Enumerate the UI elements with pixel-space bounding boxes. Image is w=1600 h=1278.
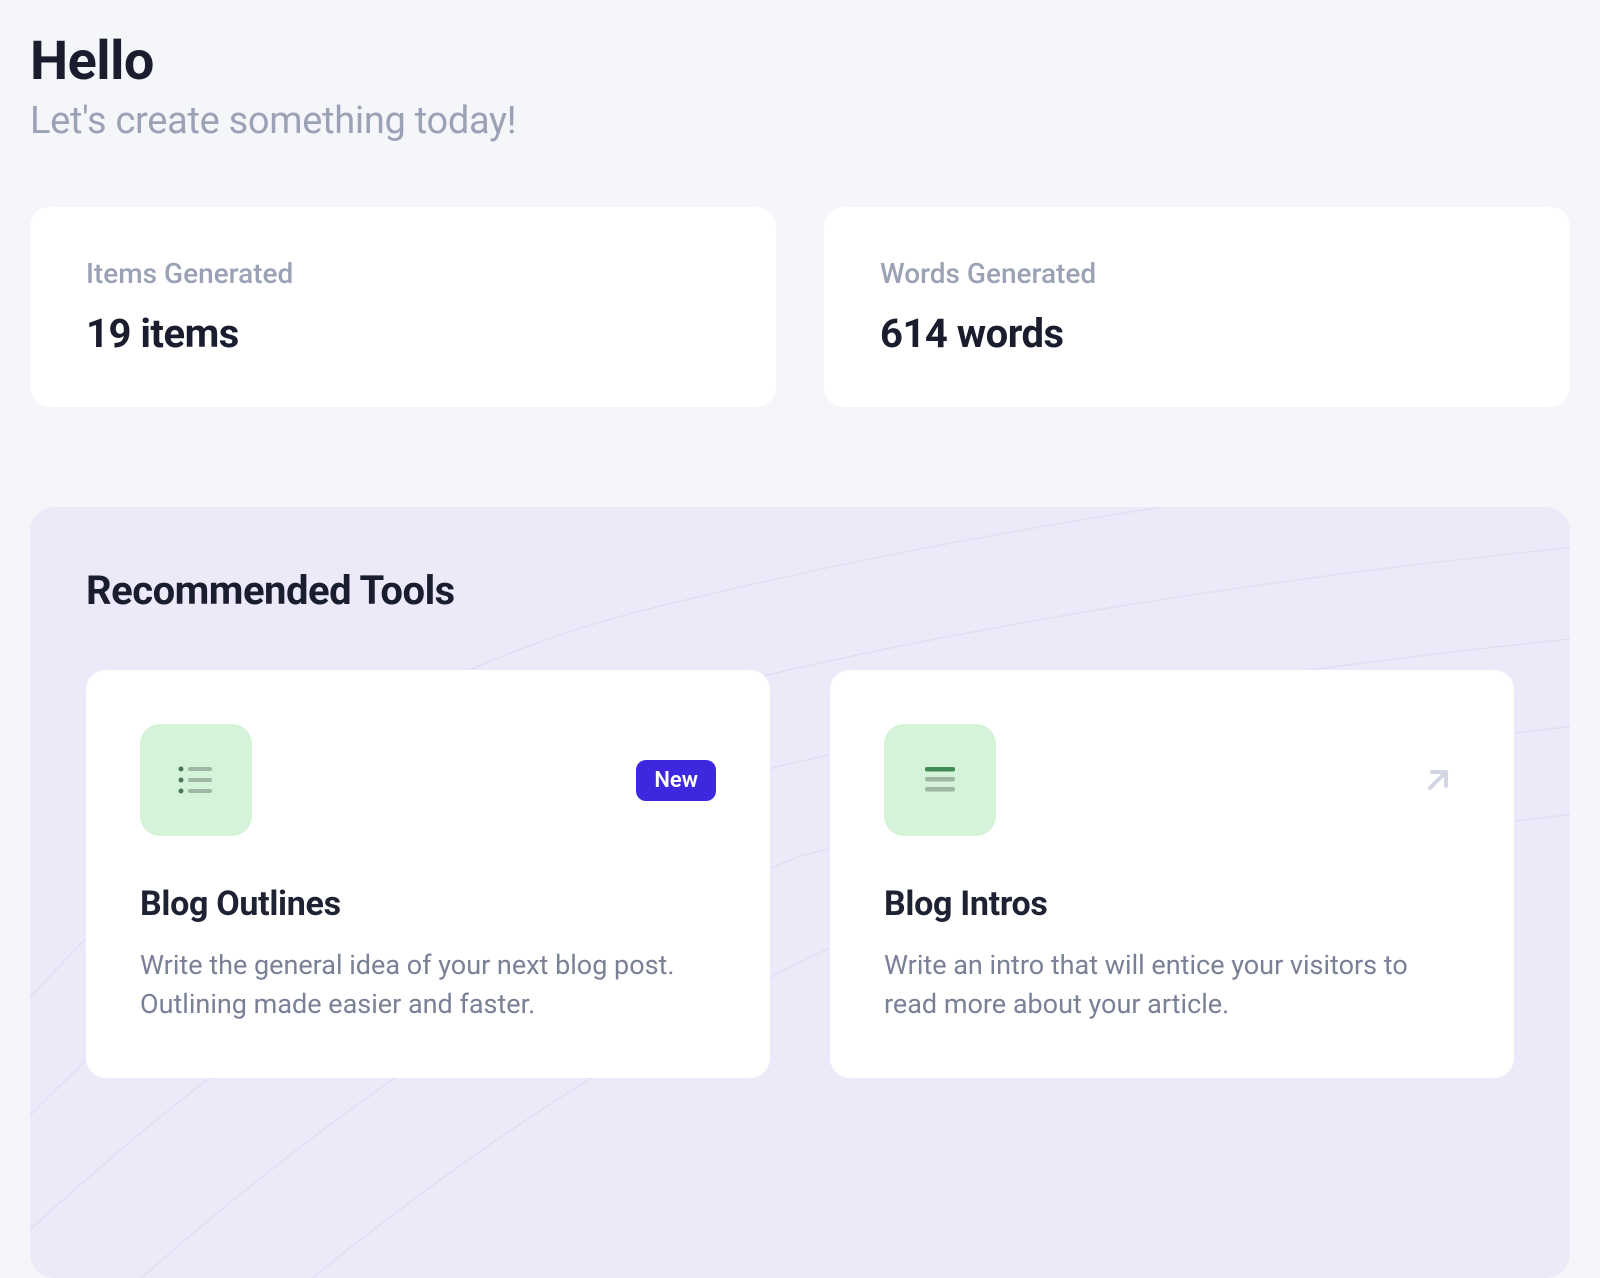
paragraph-lines-icon [917, 757, 963, 803]
tool-icon-container [884, 724, 996, 836]
stat-label: Words Generated [880, 257, 1514, 290]
list-bullets-icon [173, 757, 219, 803]
stat-value: 19 items [86, 310, 720, 357]
greeting-subtitle: Let's create something today! [30, 99, 1570, 143]
dashboard-header: Hello Let's create something today! [30, 30, 1570, 143]
tool-title: Blog Intros [884, 884, 1460, 924]
tool-description: Write an intro that will entice your vis… [884, 946, 1460, 1024]
stat-card-items: Items Generated 19 items [30, 207, 776, 407]
greeting-title: Hello [30, 30, 1570, 93]
stats-row: Items Generated 19 items Words Generated… [30, 207, 1570, 407]
tool-card-blog-outlines[interactable]: New Blog Outlines Write the general idea… [86, 670, 770, 1078]
tool-card-blog-intros[interactable]: Blog Intros Write an intro that will ent… [830, 670, 1514, 1078]
stat-card-words: Words Generated 614 words [824, 207, 1570, 407]
tool-card-header: New [140, 724, 716, 836]
section-title: Recommended Tools [86, 567, 1514, 614]
tool-description: Write the general idea of your next blog… [140, 946, 716, 1024]
stat-label: Items Generated [86, 257, 720, 290]
stat-value: 614 words [880, 310, 1514, 357]
tools-row: New Blog Outlines Write the general idea… [86, 670, 1514, 1078]
new-badge: New [636, 760, 716, 801]
recommended-section: Recommended Tools New Blog Outlines Wr [30, 507, 1570, 1278]
arrow-up-right-icon [1416, 758, 1460, 802]
tool-card-header [884, 724, 1460, 836]
tool-icon-container [140, 724, 252, 836]
tool-title: Blog Outlines [140, 884, 716, 924]
